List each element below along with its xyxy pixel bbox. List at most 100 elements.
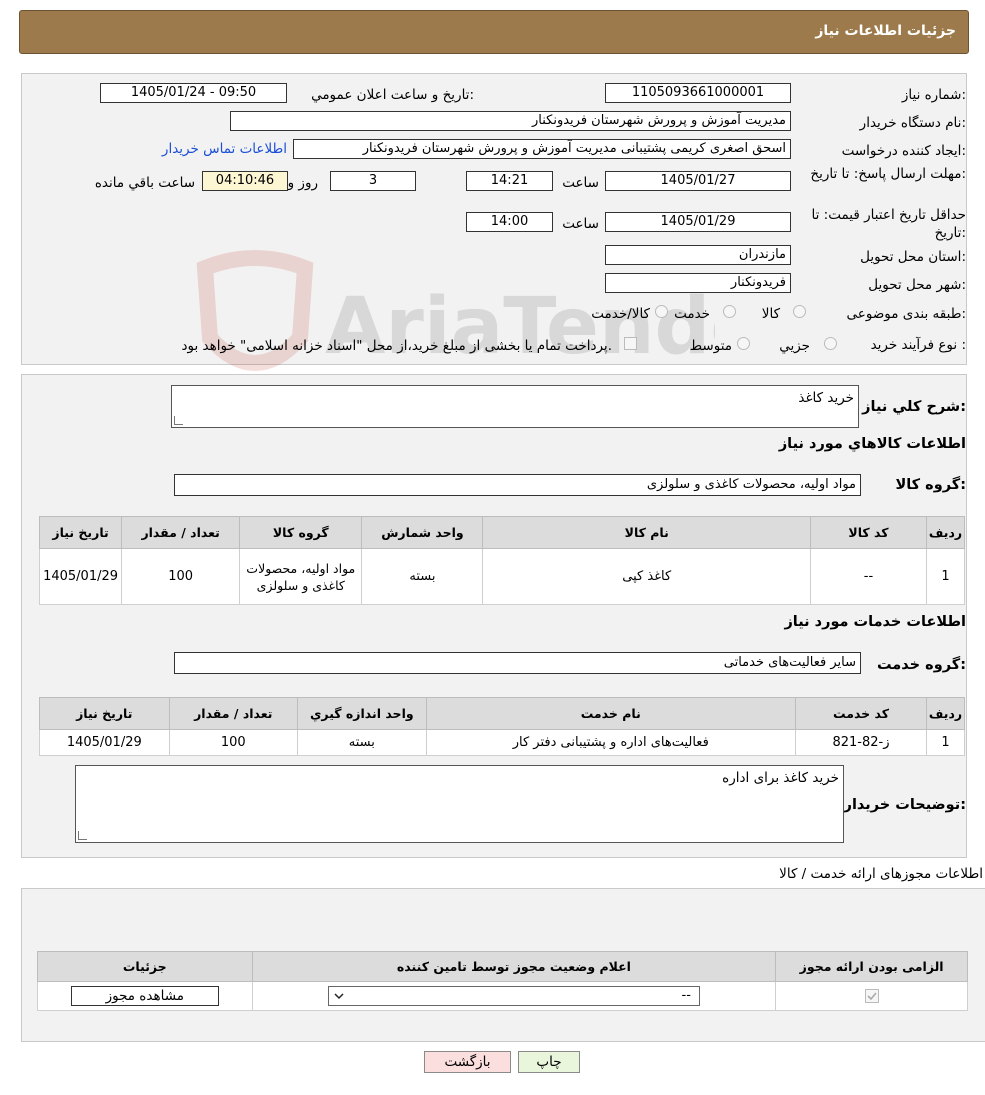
city-field: فریدونکنار [605, 273, 791, 293]
permit-status-select[interactable]: -- [327, 986, 700, 1006]
check-icon [867, 992, 877, 1001]
category-option-service: خدمت [674, 306, 710, 322]
goods-col-code: کد کالا [809, 516, 927, 549]
permits-col-details: جزئیات [37, 951, 253, 982]
print-button[interactable]: چاپ [518, 1051, 580, 1073]
permits-cell-status: -- [251, 981, 777, 1011]
buyer-field: مدیریت آموزش و پرورش شهرستان فریدونکنار [230, 111, 791, 131]
category-option-goods-service: كالا/خدمت [591, 306, 650, 322]
process-label: نوع فرآيند خريد : [870, 337, 966, 353]
goods-col-group: گروه کالا [239, 516, 363, 549]
city-label: شهر محل تحويل: [868, 277, 966, 293]
deadline-date-field: 1405/01/27 [605, 171, 791, 191]
buyer-contact-link[interactable]: اطلاعات تماس خریدار [162, 141, 287, 157]
services-col-code: کد خدمت [794, 697, 928, 730]
validity-date-field: 1405/01/29 [605, 212, 791, 232]
permits-col-status: اعلام وضعیت مجوز توسط تامین کننده [251, 951, 777, 982]
need-number-label: شماره نیاز: [901, 87, 966, 103]
resize-grip-icon[interactable] [174, 416, 183, 425]
services-col-date: تاريخ نياز [39, 697, 170, 730]
services-cell-qty: 100 [168, 729, 299, 756]
services-cell-name: فعالیت‌های اداره و پشتیبانی دفتر کار [425, 729, 796, 756]
services-cell-date: 1405/01/29 [39, 729, 170, 756]
chevron-down-icon [334, 993, 344, 1000]
buyer-notes-textarea[interactable]: خرید کاغذ برای اداره [75, 765, 844, 843]
permits-col-required: الزامی بودن ارائه مجوز [775, 951, 968, 982]
goods-cell-row: 1 [925, 548, 966, 605]
permit-status-value: -- [681, 988, 691, 1003]
watermark-text: AriaTender.neT [325, 282, 715, 372]
description-textarea[interactable]: خرید کاغذ [171, 385, 859, 428]
creator-field: اسحق اصغری کریمی پشتیبانی مدیریت آموزش و… [293, 139, 791, 159]
goods-group-label: گروه کالا: [895, 477, 966, 493]
services-section-title: اطلاعات خدمات مورد نياز [784, 614, 966, 630]
services-col-qty: تعداد / مقدار [168, 697, 299, 730]
goods-col-row: رديف [925, 516, 966, 549]
buyer-notes-label: توضيحات خريدار: [843, 797, 966, 813]
province-field: مازندران [605, 245, 791, 265]
process-option-minor: جزيي [779, 338, 810, 354]
goods-cell-date: 1405/01/29 [38, 548, 123, 605]
process-radio-minor[interactable] [824, 337, 837, 350]
category-label: طبقه بندی موضوعی: [846, 306, 966, 322]
page-title: جزئیات اطلاعات نیاز [815, 23, 956, 39]
service-group-label: گروه خدمت: [876, 657, 966, 673]
services-cell-unit: بسته [297, 729, 427, 756]
announce-label: تاريخ و ساعت اعلان عمومي: [311, 87, 474, 103]
days-label: روز و [287, 175, 318, 191]
services-col-name: نام خدمت [425, 697, 796, 730]
permits-section-title: اطلاعات مجوزهای ارائه خدمت / کالا [779, 866, 983, 882]
days-field: 3 [330, 171, 416, 191]
permits-table: جزئیات اعلام وضعیت مجوز توسط تامین کننده… [37, 951, 968, 1011]
goods-cell-qty: 100 [121, 548, 241, 605]
creator-label: ايجاد کننده درخواست: [841, 143, 966, 159]
back-button[interactable]: بازگشت [424, 1051, 511, 1073]
deadline-label: مهلت ارسال پاسخ: تا تاريخ: [810, 166, 966, 182]
category-radio-service[interactable] [723, 305, 736, 318]
goods-col-name: نام کالا [482, 516, 811, 549]
category-radio-goods[interactable] [793, 305, 806, 318]
description-label: شرح کلي نياز: [862, 399, 966, 415]
goods-col-unit: واحد شمارش [361, 516, 484, 549]
validity-time-field: 14:00 [466, 212, 553, 232]
description-text: خرید کاغذ [798, 390, 854, 406]
need-number-field: 1105093661000001 [605, 83, 791, 103]
services-cell-code: ز-82-821 [794, 729, 928, 756]
goods-cell-code: -- [809, 548, 927, 605]
goods-table-header: تاريخ نياز تعداد / مقدار گروه کالا واحد … [38, 516, 966, 549]
service-group-field: سایر فعالیت‌های خدماتی [174, 652, 861, 674]
page-header: جزئیات اطلاعات نیاز [19, 10, 969, 54]
goods-cell-unit: بسته [361, 548, 484, 605]
services-cell-row: 1 [926, 729, 965, 756]
payment-note: پرداخت تمام يا بخشی از مبلغ خريد،از محل … [181, 338, 612, 354]
services-table-header: تاريخ نياز تعداد / مقدار واحد اندازه گير… [39, 697, 965, 730]
permits-table-header: جزئیات اعلام وضعیت مجوز توسط تامین کننده… [37, 951, 968, 982]
goods-group-field: مواد اولیه، محصولات کاغذی و سلولزی [174, 474, 861, 496]
category-option-goods: كالا [761, 306, 780, 322]
process-radio-medium[interactable] [737, 337, 750, 350]
remaining-label: ساعت باقي مانده [94, 175, 195, 191]
table-row: 1405/01/29 100 مواد اولیه، محصولات کاغذی… [38, 548, 966, 605]
resize-grip-icon[interactable] [78, 831, 87, 840]
deadline-time-label: ساعت [562, 175, 599, 191]
goods-cell-group: مواد اولیه، محصولات کاغذی و سلولزی [239, 548, 363, 605]
permits-cell-required [775, 981, 968, 1011]
services-col-unit: واحد اندازه گيري [297, 697, 427, 730]
buyer-label: نام دستگاه خريدار: [859, 115, 966, 131]
buyer-notes-text: خرید کاغذ برای اداره [722, 770, 839, 786]
table-row: 1405/01/29 100 بسته فعالیت‌های اداره و پ… [39, 729, 965, 756]
goods-cell-name: کاغذ کپی [482, 548, 811, 605]
goods-col-date: تاريخ نياز [38, 516, 123, 549]
validity-label: حداقل تاريخ اعتبار قيمت: تا تاريخ: [811, 207, 966, 241]
goods-section-title: اطلاعات کالاهاي مورد نياز [778, 436, 966, 452]
validity-time-label: ساعت [562, 216, 599, 232]
deadline-time-field: 14:21 [466, 171, 553, 191]
remaining-time-field: 04:10:46 [202, 171, 288, 191]
category-radio-goods-service[interactable] [655, 305, 668, 318]
province-label: استان محل تحويل: [860, 249, 966, 265]
goods-col-qty: تعداد / مقدار [121, 516, 241, 549]
treasury-checkbox[interactable] [624, 337, 637, 350]
permit-required-checkbox [864, 989, 879, 1003]
process-option-medium: متوسط [689, 338, 732, 354]
view-permit-button[interactable]: مشاهده مجوز [70, 986, 219, 1006]
